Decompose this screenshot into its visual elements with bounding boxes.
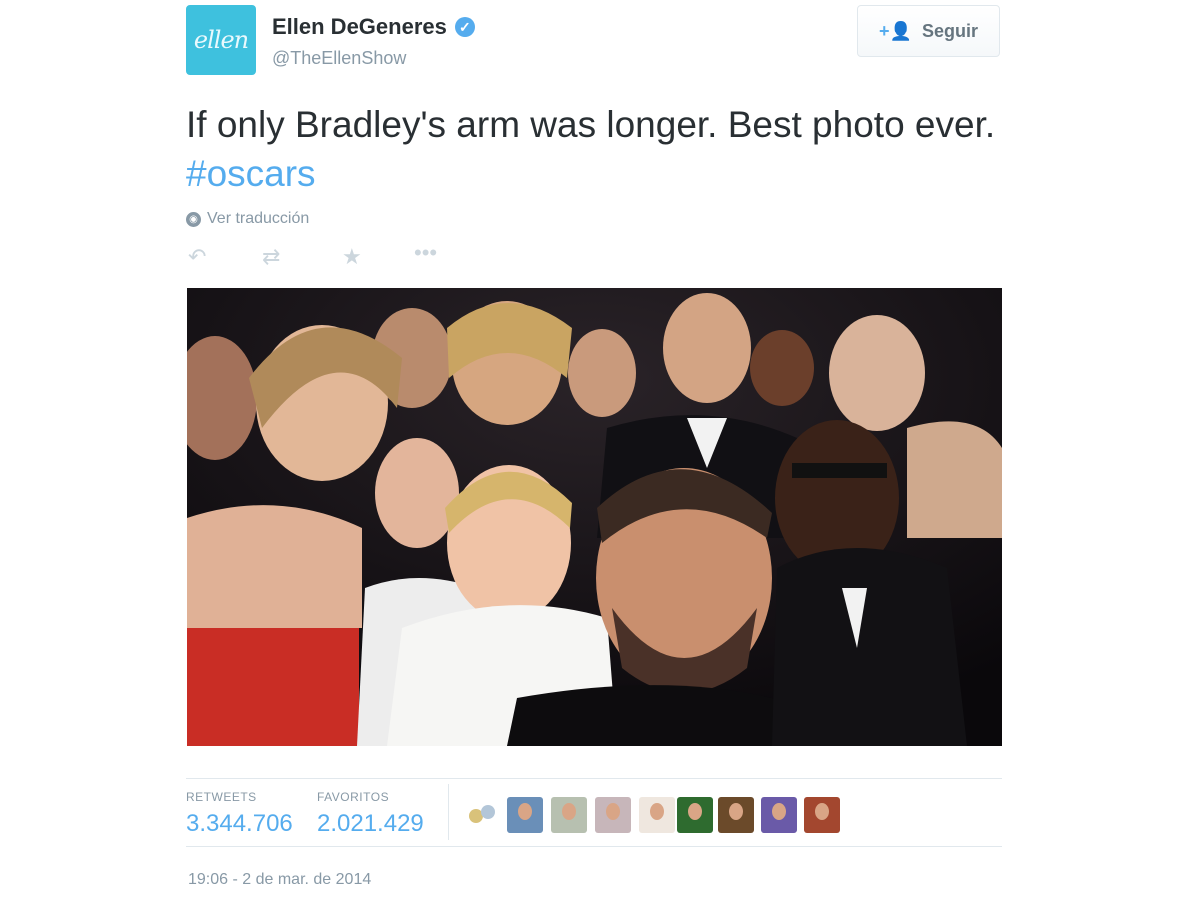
small-avatars[interactable] xyxy=(469,805,499,827)
divider-top xyxy=(186,778,1002,779)
author-name-row[interactable]: Ellen DeGeneres ✓ xyxy=(272,14,475,40)
more-icon[interactable]: ••• xyxy=(414,240,437,266)
tweet-photo[interactable] xyxy=(187,288,1002,746)
tweet-body: If only Bradley's arm was longer. Best p… xyxy=(186,104,996,145)
hashtag-link[interactable]: #oscars xyxy=(186,153,316,194)
user-avatar[interactable] xyxy=(639,797,675,833)
retweet-icon[interactable]: ⇄ xyxy=(262,244,280,270)
favorite-icon[interactable]: ★ xyxy=(342,244,362,270)
author-name[interactable]: Ellen DeGeneres xyxy=(272,14,447,40)
favorites-count: 2.021.429 xyxy=(317,810,424,837)
translate-label: Ver traducción xyxy=(207,210,310,227)
user-avatar[interactable] xyxy=(761,797,797,833)
tweet: ellen Ellen DeGeneres ✓ @TheEllenShow +👤… xyxy=(186,0,1002,900)
stats-divider xyxy=(448,784,449,840)
user-avatar[interactable] xyxy=(595,797,631,833)
translate-link[interactable]: ◉ Ver traducción xyxy=(186,210,309,228)
retweets-label: RETWEETS xyxy=(186,790,257,804)
user-avatar[interactable] xyxy=(551,797,587,833)
favorites-label: FAVORITOS xyxy=(317,790,390,804)
follow-button[interactable]: +👤 Seguir xyxy=(857,5,1000,57)
favorites-stat[interactable]: FAVORITOS 2.021.429 xyxy=(317,790,424,838)
add-user-icon: +👤 xyxy=(879,20,912,41)
retweets-count: 3.344.706 xyxy=(186,810,293,837)
tweet-text: If only Bradley's arm was longer. Best p… xyxy=(186,100,1002,198)
retweets-stat[interactable]: RETWEETS 3.344.706 xyxy=(186,790,293,838)
user-avatar[interactable] xyxy=(677,797,713,833)
avatar[interactable]: ellen xyxy=(186,5,256,75)
globe-icon: ◉ xyxy=(186,211,201,227)
user-avatar[interactable] xyxy=(804,797,840,833)
user-avatar[interactable] xyxy=(718,797,754,833)
reply-icon[interactable]: ↶ xyxy=(188,244,206,270)
tweet-timestamp[interactable]: 19:06 - 2 de mar. de 2014 xyxy=(188,871,371,889)
user-avatar[interactable] xyxy=(507,797,543,833)
avatar-logo-text: ellen xyxy=(193,26,249,54)
group-selfie-photo xyxy=(187,288,1002,746)
verified-badge-icon: ✓ xyxy=(454,17,475,37)
follow-button-label: Seguir xyxy=(921,20,978,41)
author-handle[interactable]: @TheEllenShow xyxy=(272,48,406,69)
divider-bottom xyxy=(186,846,1002,847)
